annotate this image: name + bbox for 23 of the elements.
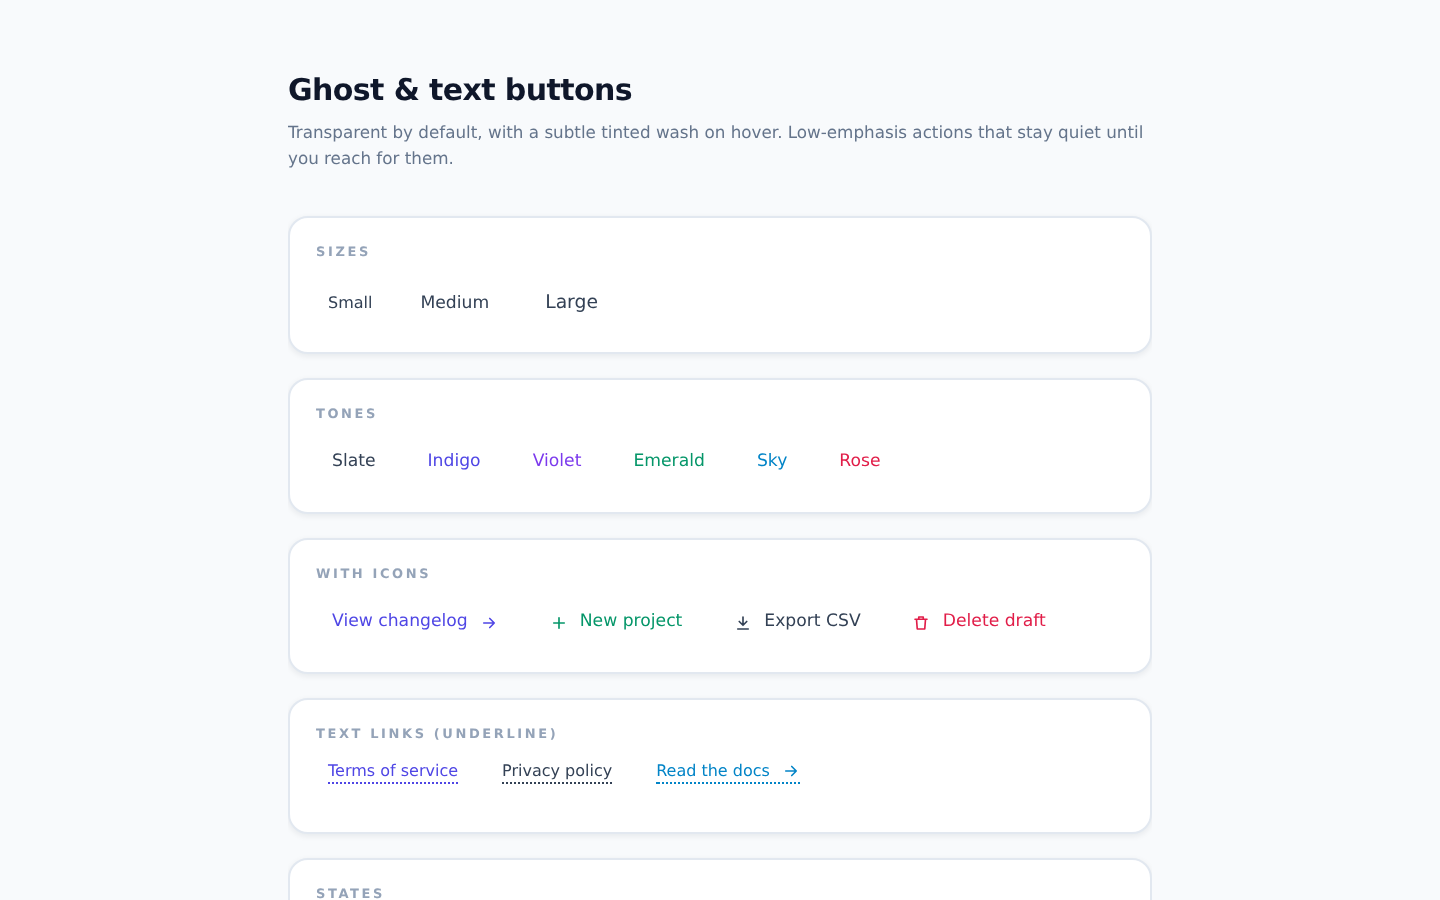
trash-icon [912, 613, 931, 631]
ghost-button[interactable]: Slate [316, 442, 392, 482]
ghost-button[interactable]: Rose [823, 442, 897, 482]
ghost-button[interactable]: View changelog [316, 602, 514, 642]
text-link[interactable]: Terms of service [328, 762, 459, 784]
ghost-button[interactable]: Export CSV [718, 602, 877, 642]
ghost-button[interactable]: Large [525, 280, 618, 326]
ghost-button[interactable]: Emerald [617, 442, 721, 482]
page-description: Transparent by default, with a subtle tinted wash on hover. Low-emphasis actions that stay quiet until you reach for them. [288, 120, 1146, 172]
text-link[interactable]: Read the docs [656, 762, 800, 784]
ghost-button[interactable]: Delete draft [896, 602, 1062, 642]
ghost-button[interactable]: New project [533, 602, 699, 642]
ghost-button[interactable]: Violet [516, 442, 598, 482]
ghost-button[interactable]: Small [316, 286, 385, 320]
arrow-right-icon [479, 613, 498, 631]
plus-icon [549, 613, 568, 631]
page-title: Ghost & text buttons [288, 72, 635, 108]
ghost-button[interactable]: Indigo [411, 442, 497, 482]
ghost-button[interactable]: Sky [740, 442, 804, 482]
ghost-button[interactable]: Medium [404, 283, 506, 323]
download-icon [734, 613, 753, 631]
arrow-right-icon [781, 762, 800, 780]
text-link[interactable]: Privacy policy [502, 762, 613, 784]
